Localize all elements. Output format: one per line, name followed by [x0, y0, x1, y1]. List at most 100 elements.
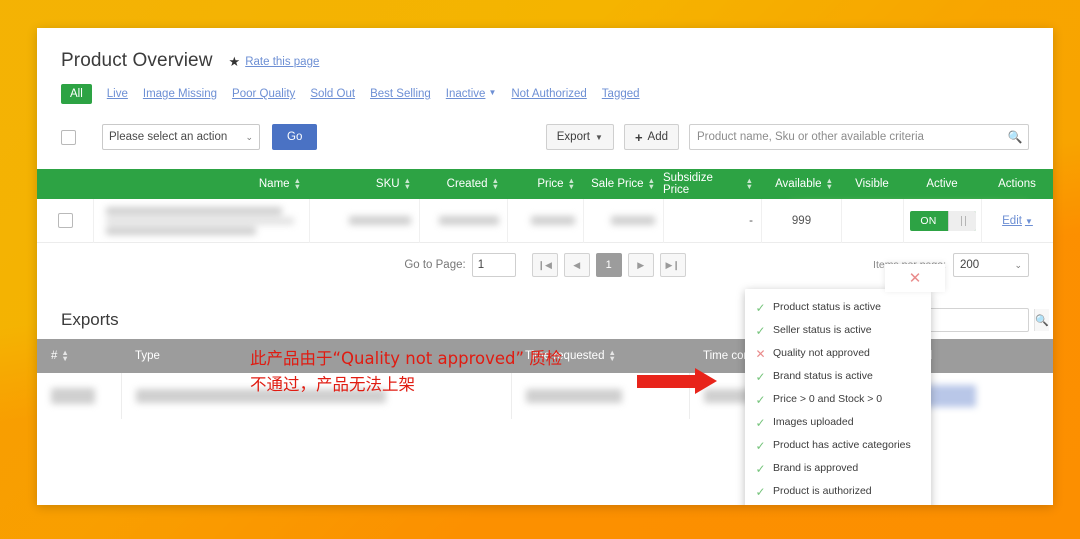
header-name[interactable]: Name ▲▼ — [93, 178, 309, 191]
header-subsidize-price[interactable]: Subsidize Price ▲▼ — [663, 172, 761, 196]
tab-best-selling[interactable]: Best Selling — [370, 88, 431, 100]
sort-icon[interactable]: ▲▼ — [746, 178, 753, 191]
header-sale-price[interactable]: Sale Price ▲▼ — [583, 178, 663, 191]
popover-close-button[interactable]: ✕ — [885, 264, 945, 292]
prev-page-button[interactable]: ◀ — [564, 253, 590, 277]
check-icon: ✓ — [755, 394, 766, 406]
row-checkbox-cell — [37, 199, 93, 243]
tab-poor-quality[interactable]: Poor Quality — [232, 88, 295, 100]
bulk-action-select[interactable]: Please select an action ⌄ — [102, 124, 260, 150]
search-icon[interactable]: 🔍 — [1002, 130, 1028, 144]
row-sale-price-cell — [583, 199, 663, 243]
chevron-down-icon: ▼ — [488, 88, 496, 97]
status-item: ✓ Product status is active — [745, 296, 931, 319]
chevron-down-icon: ▼ — [595, 133, 603, 142]
header-sku-label: SKU — [376, 178, 400, 190]
header-active: Active — [903, 178, 981, 190]
tab-tagged[interactable]: Tagged — [602, 88, 640, 100]
header-price[interactable]: Price ▲▼ — [507, 178, 583, 191]
check-icon: ✓ — [755, 325, 766, 337]
header-created[interactable]: Created ▲▼ — [419, 178, 507, 191]
row-checkbox[interactable] — [58, 213, 73, 228]
header-index[interactable]: # ▲▼ — [37, 350, 121, 363]
status-item: ✓ Brand status is active — [745, 365, 931, 388]
chevron-down-icon: ⌄ — [245, 132, 253, 143]
rate-this-page-link[interactable]: Rate this page — [245, 56, 319, 68]
go-button[interactable]: Go — [272, 124, 317, 150]
next-page-button[interactable]: ▶ — [628, 253, 654, 277]
annotation-line-1: 此产品由于“Quality not approved” 质检 — [250, 346, 562, 372]
status-item-label: Product status is active — [773, 298, 881, 317]
add-button[interactable]: + Add — [624, 124, 679, 150]
check-icon: ✓ — [755, 440, 766, 452]
status-item-label: Seller status is active — [773, 321, 872, 340]
status-item-label: Price > 0 and Stock > 0 — [773, 390, 882, 409]
select-all-checkbox[interactable] — [61, 130, 76, 145]
active-toggle-label: ON — [910, 215, 948, 227]
tab-image-missing[interactable]: Image Missing — [143, 88, 217, 100]
items-per-page-select[interactable]: 200 ⌄ — [953, 253, 1029, 277]
products-table-header: Name ▲▼ SKU ▲▼ Created ▲▼ Price ▲▼ Sale … — [37, 169, 1053, 199]
check-icon: ✓ — [755, 417, 766, 429]
plus-icon: + — [635, 131, 643, 144]
rate-this-page[interactable]: ★ Rate this page — [229, 55, 320, 68]
status-item: ✕ Quality not approved — [745, 342, 931, 365]
redacted-product-name — [106, 205, 301, 237]
annotation-line-2: 不通过，产品无法上架 — [250, 372, 562, 398]
tab-sold-out[interactable]: Sold Out — [310, 88, 355, 100]
header-available[interactable]: Available ▲▼ — [761, 178, 841, 191]
status-item: ✓ Product has active categories — [745, 434, 931, 457]
sort-icon[interactable]: ▲▼ — [294, 178, 301, 191]
last-page-button[interactable]: ▶❙ — [660, 253, 686, 277]
cross-icon: ✕ — [755, 348, 766, 360]
redacted-sale-price — [611, 216, 655, 225]
sort-icon[interactable]: ▲▼ — [648, 178, 655, 191]
sort-icon[interactable]: ▲▼ — [826, 178, 833, 191]
arrow-shaft — [637, 375, 699, 388]
redacted-created — [439, 216, 499, 225]
status-item-label: Quality not approved — [773, 344, 870, 363]
chevron-down-icon: ⌄ — [1014, 260, 1022, 271]
header-price-label: Price — [537, 178, 563, 190]
bulk-action-value: Please select an action — [109, 131, 227, 143]
tab-live[interactable]: Live — [107, 88, 128, 100]
check-icon: ✓ — [755, 302, 766, 314]
header-index-label: # — [51, 350, 57, 362]
first-page-button[interactable]: ❙◀ — [532, 253, 558, 277]
tab-not-authorized[interactable]: Not Authorized — [511, 88, 586, 100]
row-subsidize-price: - — [663, 199, 761, 243]
product-search[interactable]: 🔍 — [689, 124, 1029, 150]
row-name-cell — [93, 199, 309, 243]
current-page-button[interactable]: 1 — [596, 253, 622, 277]
status-item: ✓ Brand is approved — [745, 457, 931, 480]
status-item: ✓ Seller status is active — [745, 319, 931, 342]
sort-icon[interactable]: ▲▼ — [492, 178, 499, 191]
row-created-cell — [419, 199, 507, 243]
tab-all[interactable]: All — [61, 84, 92, 104]
page-title: Product Overview — [61, 50, 213, 72]
sort-icon[interactable]: ▲▼ — [61, 350, 68, 363]
edit-dropdown[interactable]: Edit▼ — [1002, 215, 1033, 227]
add-label: Add — [648, 131, 668, 143]
status-item-label: Product has active categories — [773, 436, 911, 455]
row-available: 999 — [761, 199, 841, 243]
row-sku-cell — [309, 199, 419, 243]
annotation-text: 此产品由于“Quality not approved” 质检 不通过，产品无法上… — [250, 346, 562, 398]
active-toggle[interactable]: ON — [910, 211, 976, 231]
status-item-label: Brand status is active — [773, 367, 873, 386]
check-icon: ✓ — [755, 463, 766, 475]
header-sku[interactable]: SKU ▲▼ — [309, 178, 419, 191]
search-icon[interactable]: 🔍 — [1034, 309, 1049, 331]
tab-inactive[interactable]: Inactive▼ — [446, 88, 497, 100]
sort-icon[interactable]: ▲▼ — [608, 350, 615, 363]
goto-page-input[interactable] — [472, 253, 516, 277]
sort-icon[interactable]: ▲▼ — [404, 178, 411, 191]
export-button[interactable]: Export ▼ — [546, 124, 614, 150]
row-visible-cell — [841, 199, 903, 243]
sort-icon[interactable]: ▲▼ — [568, 178, 575, 191]
header-created-label: Created — [447, 178, 488, 190]
status-popover: ✓ Product status is active ✓ Seller stat… — [745, 289, 931, 505]
toggle-knob — [948, 211, 976, 231]
search-input[interactable] — [690, 131, 1002, 143]
status-item: ✓ Images uploaded — [745, 411, 931, 434]
